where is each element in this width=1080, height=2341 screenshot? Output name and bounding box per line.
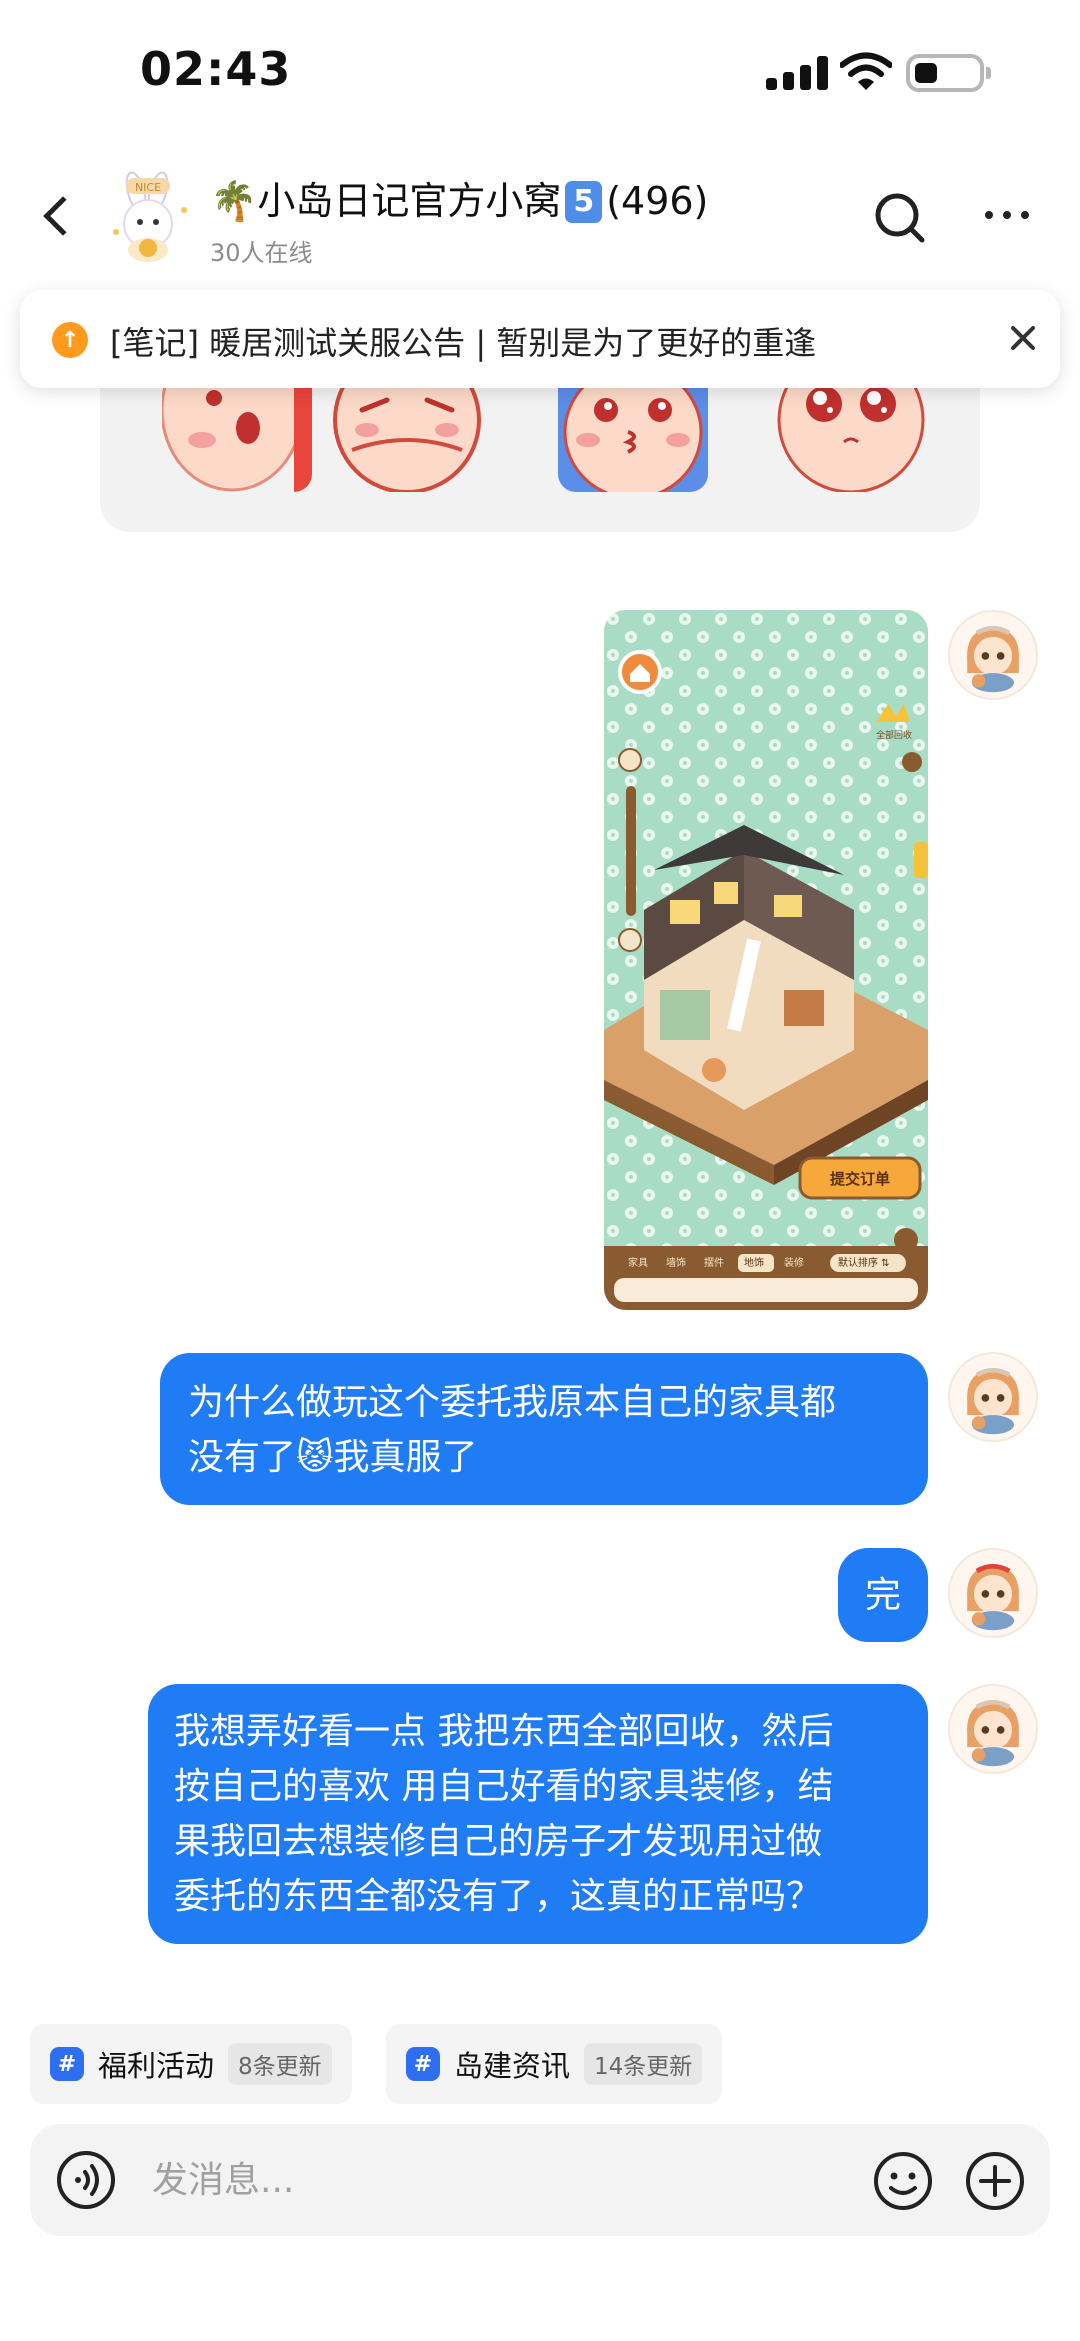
- hashtag-icon: #: [406, 2047, 440, 2081]
- tab-decor: 摆件: [704, 1256, 724, 1269]
- member-count: (496): [606, 179, 709, 223]
- crown-caption: 全部回收: [876, 729, 912, 741]
- sort-default: 默认排序 ⇅: [838, 1256, 890, 1269]
- message-input-bar: [30, 2124, 1050, 2236]
- chevron-left-icon: [43, 196, 83, 236]
- message-text-line: 按自己的喜欢 用自己好看的家具装修，结: [174, 1766, 834, 1807]
- message-text-line: 果我回去想装修自己的房子才发现用过做: [174, 1821, 823, 1862]
- game-room-image: 全部回收 提交订单 家具 墙饰 摆件 地饰 装修 默认排序 ⇅: [604, 610, 928, 1310]
- channel-label: 福利活动: [98, 2049, 215, 2083]
- notice-text: [笔记] 暖居测试关服公告 | 暂别是为了更好的重逢: [110, 324, 817, 362]
- tab-wall: 墙饰: [666, 1256, 686, 1269]
- group-title: 🌴小岛日记官方小窝 5 (496): [210, 170, 770, 225]
- hashtag-icon: #: [50, 2047, 84, 2081]
- battery-icon: [906, 54, 991, 92]
- message-bubble[interactable]: 我想弄好看一点 我把东西全部回收，然后 按自己的喜欢 用自己好看的家具装修，结 …: [148, 1684, 928, 1944]
- channel-label: 岛建资讯: [454, 2049, 571, 2083]
- submit-order-label: 提交订单: [830, 1170, 890, 1188]
- title-area[interactable]: 🌴小岛日记官方小窝 5 (496) 30人在线: [210, 170, 770, 268]
- update-count: 14条更新: [584, 2043, 703, 2085]
- status-time: 02:43: [140, 42, 292, 96]
- more-icon[interactable]: [985, 208, 1029, 222]
- shared-game-screenshot[interactable]: 全部回收 提交订单 家具 墙饰 摆件 地饰 装修 默认排序 ⇅: [604, 610, 928, 1310]
- channel-chip-island-news[interactable]: # 岛建资讯 14条更新: [386, 2024, 723, 2104]
- signal-icon: [766, 56, 828, 90]
- user-avatar[interactable]: [948, 1352, 1038, 1442]
- group-name: 🌴小岛日记官方小窝: [210, 179, 562, 223]
- announcement-icon: ↑: [52, 322, 88, 358]
- message-text-line: 为什么做玩这个委托我原本自己的家具都: [188, 1382, 837, 1423]
- sticker-surprised: [162, 370, 312, 492]
- sticker-kiss: [558, 370, 708, 492]
- plus-icon[interactable]: [964, 2150, 1026, 2212]
- user-avatar[interactable]: [948, 1548, 1038, 1638]
- tab-furniture: 家具: [628, 1256, 648, 1269]
- update-count: 8条更新: [228, 2043, 332, 2085]
- status-bar: 02:43: [0, 0, 1080, 140]
- message-bubble[interactable]: 为什么做玩这个委托我原本自己的家具都 没有了😾我真服了: [160, 1353, 928, 1505]
- chat-header: NICE 🌴小岛日记官方小窝 5 (496) 30人在线: [0, 140, 1080, 290]
- emoji-icon[interactable]: [872, 2150, 934, 2212]
- voice-icon[interactable]: [56, 2150, 116, 2210]
- pinned-notice[interactable]: ↑ [笔记] 暖居测试关服公告 | 暂别是为了更好的重逢: [20, 290, 1060, 388]
- message-input[interactable]: [152, 2152, 752, 2208]
- online-status: 30人在线: [210, 239, 313, 267]
- message-text-line: 没有了😾我真服了: [188, 1437, 478, 1478]
- tab-renovation: 装修: [784, 1256, 804, 1269]
- avatar-label: NICE: [135, 181, 161, 194]
- channel-chip-welfare[interactable]: # 福利活动 8条更新: [30, 2024, 352, 2104]
- message-text: 完: [864, 1575, 901, 1616]
- message-text-line: 我想弄好看一点 我把东西全部回收，然后: [174, 1711, 834, 1752]
- search-icon[interactable]: [870, 188, 930, 248]
- wifi-icon: [840, 52, 892, 90]
- tab-floor: 地饰: [744, 1256, 764, 1269]
- user-avatar[interactable]: [948, 610, 1038, 700]
- close-icon[interactable]: [1005, 320, 1041, 356]
- message-bubble[interactable]: 完: [838, 1548, 928, 1642]
- sticker-teary: [776, 370, 926, 492]
- back-button[interactable]: [30, 188, 86, 244]
- level-badge: 5: [565, 181, 603, 223]
- user-avatar[interactable]: [948, 1684, 1038, 1774]
- message-text-line: 委托的东西全都没有了，这真的正常吗？: [174, 1876, 823, 1917]
- sticker-sulk: [332, 370, 482, 492]
- group-avatar[interactable]: NICE: [104, 170, 192, 266]
